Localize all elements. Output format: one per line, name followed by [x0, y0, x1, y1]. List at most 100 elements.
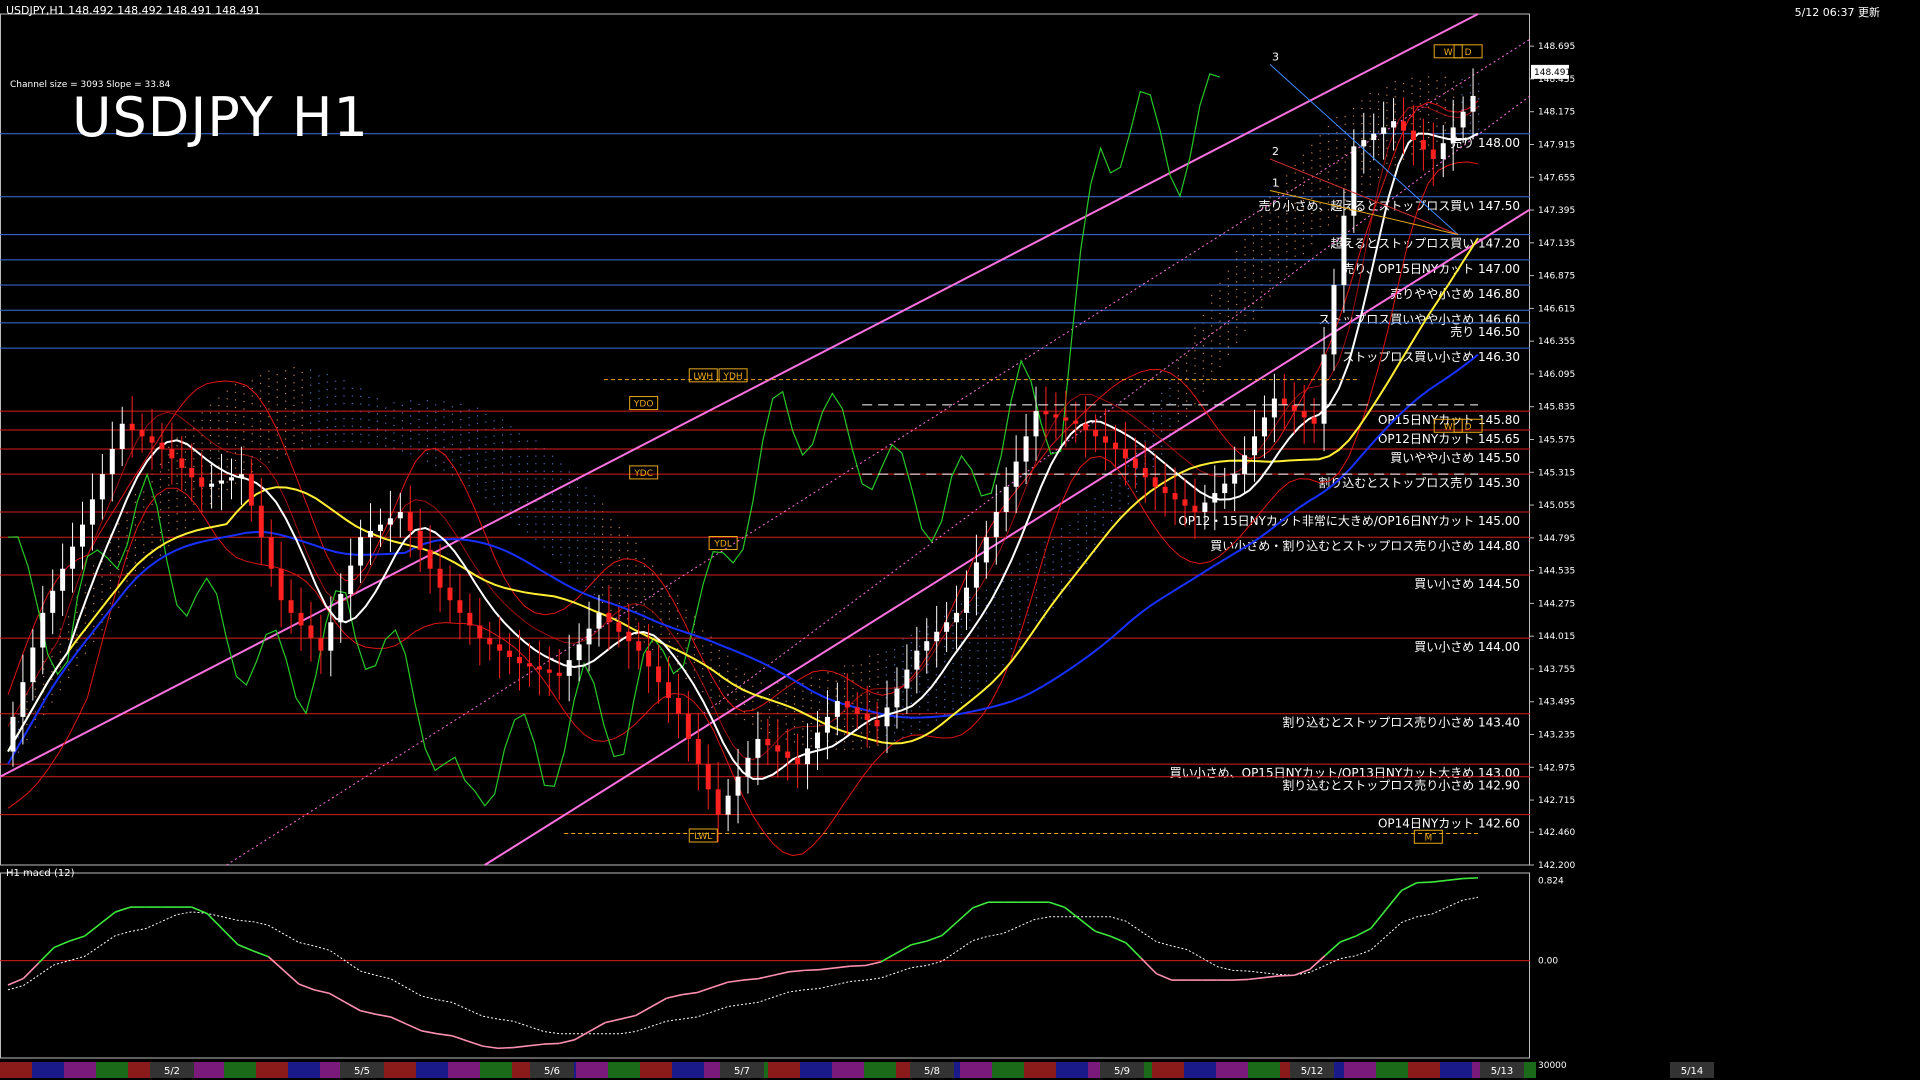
cloud-dot	[576, 555, 579, 557]
candle-body	[1391, 121, 1397, 128]
cloud-dot	[1110, 482, 1113, 484]
cloud-dot	[134, 547, 137, 549]
cloud-dot	[1244, 254, 1246, 256]
cloud-dot	[1277, 231, 1280, 233]
level-label: 買いやや小さめ 145.50	[1390, 451, 1520, 465]
level-label: OP12・15日NYカット非常に大きめ/OP16日NYカット 145.00	[1178, 514, 1520, 528]
cloud-dot	[852, 748, 854, 750]
cloud-dot	[1119, 507, 1121, 510]
cloud-dot	[1436, 102, 1438, 105]
cloud-dot	[977, 665, 979, 667]
cloud-dot	[1219, 290, 1221, 292]
cloud-dot	[1277, 261, 1280, 263]
cloud-dot	[1319, 180, 1321, 182]
date-strip-cell	[640, 1062, 672, 1078]
candle-body	[854, 707, 860, 714]
cloud-dot	[1302, 154, 1305, 156]
candle-body	[268, 537, 274, 569]
cloud-dot	[1144, 432, 1146, 435]
cloud-dot	[1052, 584, 1054, 586]
cloud-dot	[660, 656, 662, 658]
cloud-dot	[435, 419, 437, 421]
cloud-dot	[1244, 239, 1246, 241]
marker-m: M	[1424, 833, 1432, 843]
cloud-dot	[743, 703, 746, 705]
cloud-dot	[543, 455, 545, 457]
cloud-dot	[368, 419, 370, 421]
cloud-dot	[1152, 458, 1154, 460]
cloud-dot	[526, 493, 529, 495]
cloud-dot	[810, 737, 812, 740]
macd-segment	[1156, 972, 1173, 981]
cloud-dot	[226, 428, 228, 430]
cloud-dot	[1411, 123, 1413, 125]
cloud-dot	[510, 509, 512, 511]
cloud-dot	[935, 719, 937, 721]
cloud-dot	[618, 542, 620, 544]
date-strip-cell	[1408, 1062, 1440, 1078]
cloud-dot	[468, 447, 470, 449]
cloud-dot	[785, 685, 787, 687]
cloud-dot	[927, 663, 929, 666]
price-chart: 148.695148.435148.175147.915147.655147.3…	[0, 13, 1714, 1078]
cloud-dot	[426, 437, 429, 440]
cloud-dot	[677, 595, 679, 597]
cloud-dot	[785, 708, 787, 710]
cloud-dot	[985, 672, 988, 675]
candle-body	[695, 738, 701, 765]
cloud-dot	[276, 426, 278, 429]
cloud-dot	[451, 421, 454, 423]
cloud-dot	[159, 539, 162, 541]
cloud-dot	[418, 418, 420, 421]
cloud-dot	[1236, 250, 1238, 253]
macd-segment	[895, 944, 912, 955]
cloud-dot	[927, 709, 929, 711]
cloud-dot	[1219, 335, 1221, 337]
date-strip-cell	[1024, 1062, 1056, 1078]
cloud-dot	[969, 664, 971, 667]
cloud-dot	[510, 426, 512, 428]
cloud-dot	[501, 441, 504, 444]
cloud-dot	[535, 531, 537, 533]
candle-body	[119, 423, 125, 449]
cloud-dot	[1236, 288, 1238, 290]
cloud-dot	[568, 509, 570, 511]
cloud-dot	[693, 639, 696, 641]
cloud-dot	[168, 484, 170, 486]
cloud-dot	[134, 554, 137, 556]
cloud-dot	[576, 486, 579, 489]
cloud-dot	[1344, 169, 1346, 171]
cloud-dot	[343, 387, 345, 389]
cloud-dot	[927, 694, 929, 696]
cloud-dot	[1377, 138, 1380, 141]
cloud-dot	[1027, 599, 1029, 601]
cloud-dot	[176, 437, 178, 439]
cloud-dot	[877, 684, 879, 686]
cloud-dot	[93, 633, 95, 635]
cloud-dot	[335, 426, 337, 428]
cloud-dot	[243, 431, 245, 433]
cloud-dot	[1478, 83, 1480, 85]
cloud-dot	[1035, 612, 1038, 614]
cloud-dot	[84, 584, 86, 586]
cloud-dot	[1302, 215, 1305, 217]
cloud-dot	[668, 641, 670, 643]
cloud-dot	[944, 638, 946, 640]
cloud-dot	[835, 695, 837, 697]
cloud-dot	[1311, 235, 1313, 237]
cloud-dot	[435, 442, 437, 444]
cloud-dot	[493, 503, 495, 505]
cloud-dot	[326, 373, 328, 376]
macd-segment	[758, 974, 774, 980]
cloud-dot	[1044, 556, 1046, 558]
candle-body	[646, 650, 652, 667]
cloud-dot	[1369, 145, 1371, 148]
cloud-dot	[944, 698, 946, 701]
cloud-dot	[635, 626, 637, 628]
cloud-dot	[1411, 108, 1413, 110]
cloud-dot	[518, 486, 520, 488]
cloud-dot	[860, 664, 862, 666]
cloud-dot	[785, 693, 787, 695]
cloud-dot	[451, 459, 454, 461]
macd-segment	[329, 992, 346, 1003]
